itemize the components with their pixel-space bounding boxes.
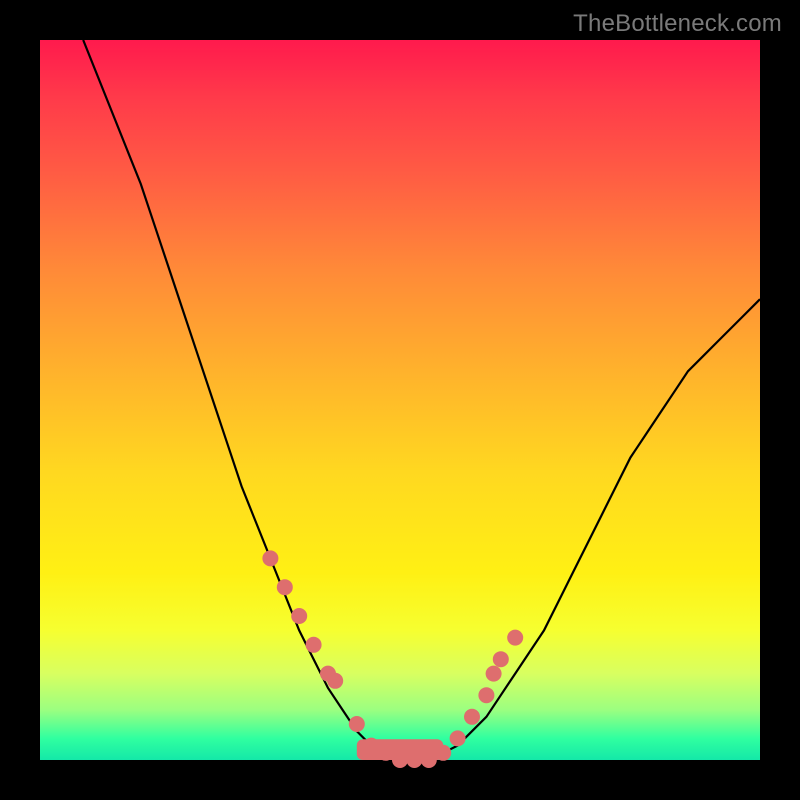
chart-frame: TheBottleneck.com: [0, 0, 800, 800]
watermark-text: TheBottleneck.com: [573, 10, 782, 38]
plot-area: [40, 40, 760, 760]
